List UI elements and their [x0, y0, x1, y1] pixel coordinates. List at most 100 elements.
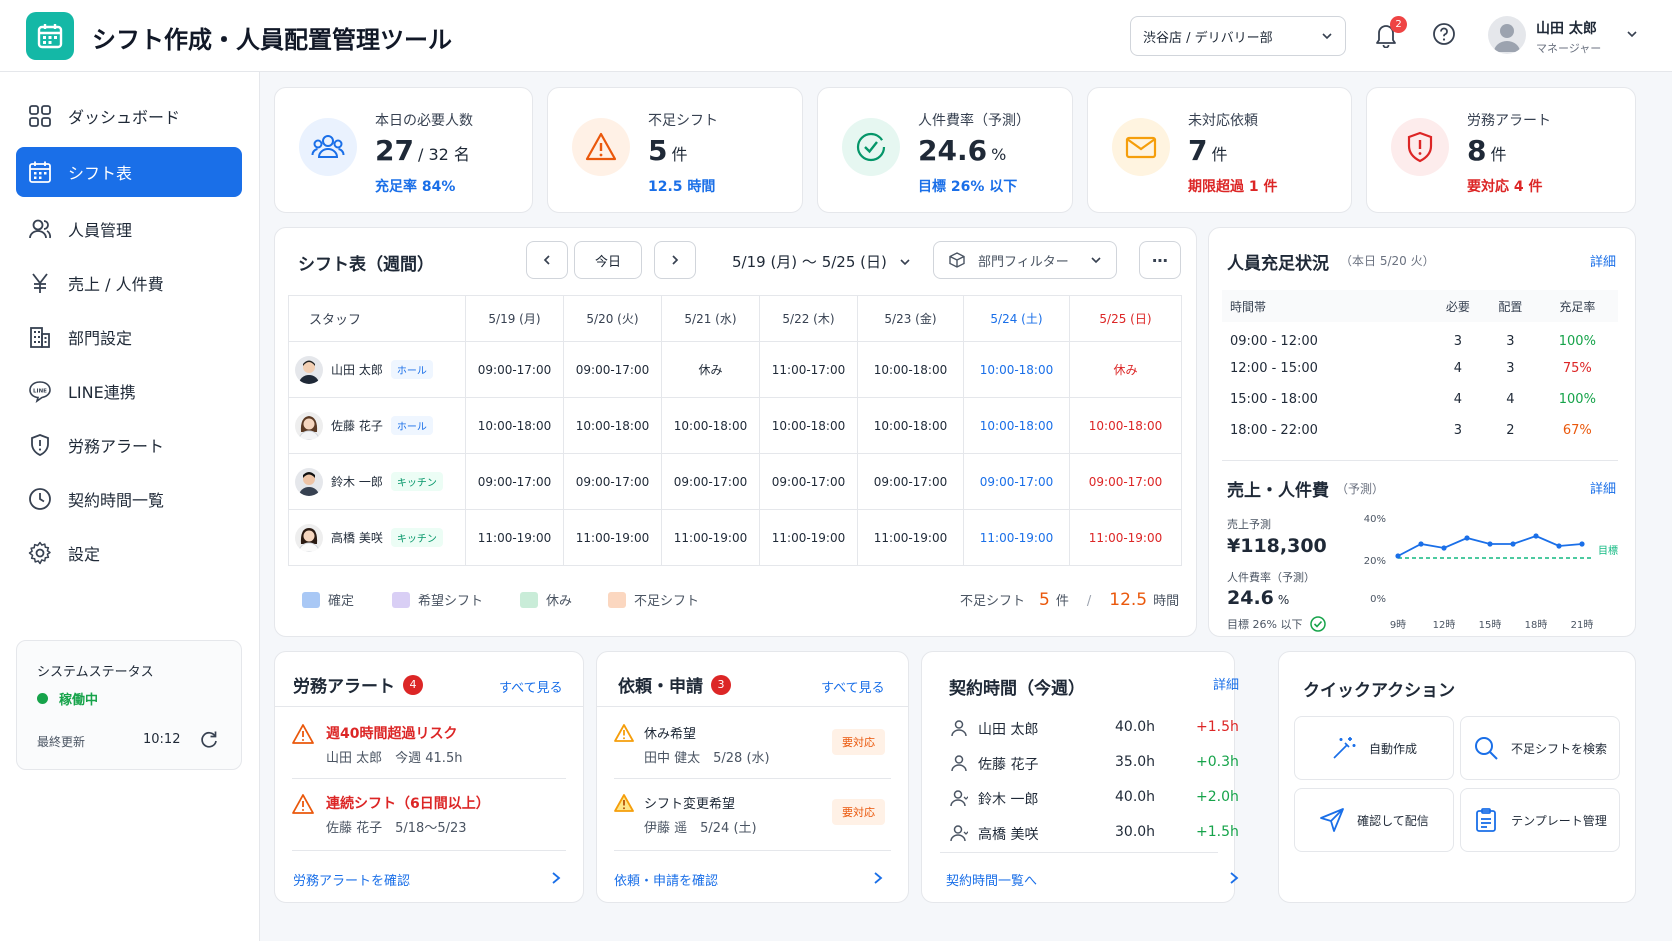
sidebar-item-departments[interactable]: 部門設定 [16, 312, 242, 362]
shift-cell[interactable]: 11:00-19:00 [1069, 509, 1182, 566]
week-range-selector[interactable]: 5/19 (月) 〜 5/25 (日) [732, 251, 911, 272]
kpi-unit: % [991, 145, 1007, 164]
dept-tag: キッチン [390, 472, 443, 491]
shift-cell[interactable]: 11:00-17:00 [759, 341, 858, 398]
shift-cell[interactable]: 11:00-19:00 [963, 509, 1070, 566]
target-label: 目標 [1598, 544, 1618, 557]
shift-cell[interactable]: 09:00-17:00 [563, 453, 662, 510]
shift-cell[interactable]: 10:00-18:00 [857, 341, 964, 398]
next-week-button[interactable] [654, 241, 696, 279]
search-shortage-button[interactable]: 不足シフトを検索 [1460, 716, 1620, 780]
staff-cell: 佐藤 花子 ホール [288, 397, 466, 454]
fill-rate: 100% [1558, 392, 1596, 407]
shift-cell[interactable]: 10:00-18:00 [963, 341, 1070, 398]
avatar [295, 355, 323, 384]
chevron-down-icon [1091, 257, 1101, 264]
shift-cell[interactable]: 10:00-18:00 [563, 397, 662, 454]
refresh-icon[interactable] [199, 729, 219, 749]
contract-footer-link[interactable]: 契約時間一覧へ [946, 870, 1037, 889]
shift-cell[interactable]: 10:00-18:00 [963, 397, 1070, 454]
placed-count: 3 [1506, 334, 1515, 349]
alert-title: 週40時間超過リスク [326, 726, 458, 742]
today-button[interactable]: 今日 [574, 241, 642, 279]
sales-detail-link[interactable]: 詳細 [1590, 478, 1616, 497]
divider [292, 778, 566, 779]
shift-cell[interactable]: 11:00-19:00 [661, 509, 760, 566]
week-range-label: 5/19 (月) 〜 5/25 (日) [732, 253, 887, 271]
requests-see-all[interactable]: すべて見る [821, 677, 885, 696]
top-header: シフト作成・人員配置管理ツール 渋谷店 / デリバリー部 2 山田 太郎 マネー… [0, 0, 1672, 72]
legend-item-off: 休み [520, 590, 572, 609]
labor-alerts-footer-link[interactable]: 労務アラートを確認 [293, 870, 410, 889]
shift-cell[interactable]: 09:00-17:00 [759, 453, 858, 510]
shift-cell[interactable]: 11:00-19:00 [563, 509, 662, 566]
sidebar-item-shift-table[interactable]: シフト表 [16, 147, 242, 197]
prev-week-button[interactable] [526, 241, 568, 279]
shift-cell[interactable]: 10:00-18:00 [759, 397, 858, 454]
sales-labor-chart: 40% 20% 0% 目標 9時 12時 15時 18時 21時 [1364, 514, 1618, 631]
chevron-right-icon[interactable] [1228, 871, 1240, 885]
contract-detail-link[interactable]: 詳細 [1213, 674, 1239, 693]
shift-cell[interactable]: 10:00-18:00 [857, 397, 964, 454]
template-manage-button[interactable]: テンプレート管理 [1460, 788, 1620, 852]
kpi-card-pending-requests: 未対応依頼 7件 期限超過 1 件 [1087, 87, 1352, 213]
kpi-card-labor-alerts: 労務アラート 8件 要対応 4 件 [1366, 87, 1636, 213]
requests-footer-link[interactable]: 依頼・申請を確認 [614, 870, 718, 889]
sidebar-item-sales[interactable]: 売上 / 人件費 [16, 258, 242, 308]
person-icon [950, 719, 968, 737]
shift-cell[interactable]: 09:00-17:00 [1069, 453, 1182, 510]
labor-alerts-see-all[interactable]: すべて見る [499, 677, 563, 696]
sidebar-item-contract-hours[interactable]: 契約時間一覧 [16, 474, 242, 524]
auto-create-button[interactable]: 自動作成 [1294, 716, 1454, 780]
shift-cell[interactable]: 10:00-18:00 [465, 397, 564, 454]
contract-row: 鈴木 一郎 40.0h +2.0h [950, 787, 1240, 811]
shift-cell[interactable]: 09:00-17:00 [563, 341, 662, 398]
store-selector[interactable]: 渋谷店 / デリバリー部 [1130, 16, 1346, 56]
required-count: 3 [1453, 334, 1463, 349]
status-dot [37, 693, 48, 704]
legend-swatch [520, 591, 538, 608]
sidebar-item-label: LINE連携 [68, 383, 136, 402]
shift-cell[interactable]: 10:00-18:00 [1069, 397, 1182, 454]
help-icon[interactable] [1432, 22, 1456, 46]
staffing-detail-link[interactable]: 詳細 [1590, 251, 1616, 270]
shift-cell[interactable]: 休み [1069, 341, 1182, 398]
shift-cell[interactable]: 11:00-19:00 [857, 509, 964, 566]
chevron-right-icon[interactable] [550, 871, 562, 885]
contract-row: 山田 太郎 40.0h +1.5h [950, 717, 1240, 741]
legend-item-preferred: 希望シフト [392, 590, 483, 609]
sidebar-item-staff[interactable]: 人員管理 [16, 204, 242, 254]
shift-cell[interactable]: 10:00-18:00 [661, 397, 760, 454]
shift-cell[interactable]: 09:00-17:00 [963, 453, 1070, 510]
shift-cell[interactable]: 09:00-17:00 [857, 453, 964, 510]
shift-cell[interactable]: 休み [661, 341, 760, 398]
sidebar-item-labor-alerts[interactable]: 労務アラート [16, 420, 242, 470]
data-point [1533, 533, 1539, 539]
check-circle-icon [1310, 616, 1327, 632]
shift-cell[interactable]: 11:00-19:00 [759, 509, 858, 566]
legend-label: 確定 [328, 594, 355, 609]
fill-rate: 100% [1558, 334, 1596, 349]
data-point [1579, 541, 1585, 547]
quick-action-label: 不足シフトを検索 [1510, 741, 1607, 756]
legend-swatch [608, 591, 626, 608]
data-point [1418, 541, 1424, 547]
shift-cell[interactable]: 11:00-19:00 [465, 509, 564, 566]
shift-cell[interactable]: 09:00-17:00 [661, 453, 760, 510]
shift-cell[interactable]: 09:00-17:00 [465, 453, 564, 510]
sidebar-item-settings[interactable]: 設定 [16, 528, 242, 578]
placed-count: 3 [1506, 361, 1515, 376]
user-menu-chevron-icon[interactable] [1626, 28, 1638, 40]
sidebar-item-label: 労務アラート [68, 437, 165, 456]
shift-cell[interactable]: 09:00-17:00 [465, 341, 564, 398]
count-badge: 4 [403, 674, 423, 695]
sidebar-item-line[interactable]: LINE LINE連携 [16, 366, 242, 416]
legend-item-confirmed: 確定 [302, 590, 354, 609]
chevron-right-icon[interactable] [872, 871, 884, 885]
confirm-publish-button[interactable]: 確認して配信 [1294, 788, 1454, 852]
department-filter[interactable]: 部門フィルター [933, 241, 1117, 279]
user-avatar[interactable] [1488, 16, 1526, 54]
more-options-button[interactable]: ⋯ [1139, 241, 1181, 279]
sidebar-item-dashboard[interactable]: ダッシュボード [16, 91, 242, 141]
send-icon [1320, 808, 1345, 832]
